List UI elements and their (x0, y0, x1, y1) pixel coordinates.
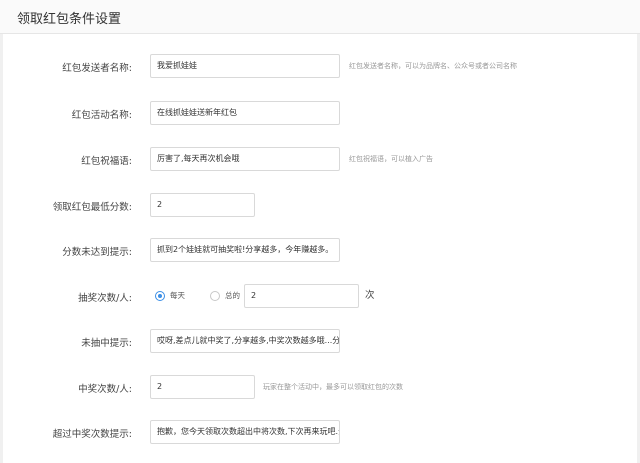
wins-per-person-label: 中奖次数/人: (78, 384, 132, 395)
score-not-reached-input[interactable]: 抓到2个娃娃就可抽奖啦!分享越多，今年赚越多。 (150, 238, 340, 262)
min-score-input[interactable]: 2 (150, 193, 255, 217)
sender-name-hint: 红包发送者名称，可以为品牌名、公众号或者公司名称 (349, 62, 517, 70)
radio-total-label[interactable]: 总的 (225, 284, 240, 308)
section-title: 领取红包条件设置 (17, 12, 122, 27)
row-exceed-wins-tip: 超过中奖次数提示: 抱歉，您今天领取次数超出中将次数,下次再来玩吧.分享越多 (3, 420, 637, 450)
draws-per-person-label: 抽奖次数/人: (78, 293, 132, 304)
row-not-won-tip: 未抽中提示: 哎呀,差点儿就中奖了,分享越多,中奖次数越多哦...分享越多, (3, 329, 637, 359)
row-score-not-reached: 分数未达到提示: 抓到2个娃娃就可抽奖啦!分享越多，今年赚越多。 (3, 238, 637, 268)
wins-per-person-hint: 玩家在整个活动中，最多可以领取红包的次数 (263, 383, 403, 391)
wins-per-person-input[interactable]: 2 (150, 375, 255, 399)
radio-daily[interactable] (155, 291, 165, 301)
row-min-score: 领取红包最低分数: 2 (3, 193, 637, 223)
activity-name-label: 红包活动名称: (71, 110, 132, 121)
draws-unit: 次 (365, 290, 375, 301)
blessing-hint: 红包祝福语，可以植入广告 (349, 155, 433, 163)
sender-name-label: 红包发送者名称: (62, 63, 132, 74)
blessing-input[interactable]: 厉害了,每天再次机会哦 (150, 147, 340, 171)
row-blessing: 红包祝福语: 厉害了,每天再次机会哦 红包祝福语，可以植入广告 (3, 147, 637, 177)
draws-per-person-input[interactable]: 2 (244, 284, 359, 308)
section-header: 领取红包条件设置 (0, 0, 640, 34)
radio-daily-label[interactable]: 每天 (170, 284, 185, 308)
score-not-reached-label: 分数未达到提示: (62, 247, 132, 258)
row-activity-name: 红包活动名称: 在线抓娃娃送新年红包 (3, 101, 637, 131)
activity-name-input[interactable]: 在线抓娃娃送新年红包 (150, 101, 340, 125)
sender-name-input[interactable]: 我爱抓娃娃 (150, 54, 340, 78)
row-sender-name: 红包发送者名称: 我爱抓娃娃 红包发送者名称，可以为品牌名、公众号或者公司名称 (3, 54, 637, 84)
exceed-wins-tip-label: 超过中奖次数提示: (52, 429, 132, 440)
row-draws-per-person: 抽奖次数/人: 每天 总的 2 次 (3, 284, 637, 314)
row-wins-per-person: 中奖次数/人: 2 玩家在整个活动中，最多可以领取红包的次数 (3, 375, 637, 405)
min-score-label: 领取红包最低分数: (52, 202, 132, 213)
form-panel: 红包发送者名称: 我爱抓娃娃 红包发送者名称，可以为品牌名、公众号或者公司名称 … (3, 34, 637, 463)
blessing-label: 红包祝福语: (81, 156, 132, 167)
not-won-tip-label: 未抽中提示: (81, 338, 132, 349)
not-won-tip-input[interactable]: 哎呀,差点儿就中奖了,分享越多,中奖次数越多哦...分享越多, (150, 329, 340, 353)
radio-total[interactable] (210, 291, 220, 301)
exceed-wins-tip-input[interactable]: 抱歉，您今天领取次数超出中将次数,下次再来玩吧.分享越多 (150, 420, 340, 444)
